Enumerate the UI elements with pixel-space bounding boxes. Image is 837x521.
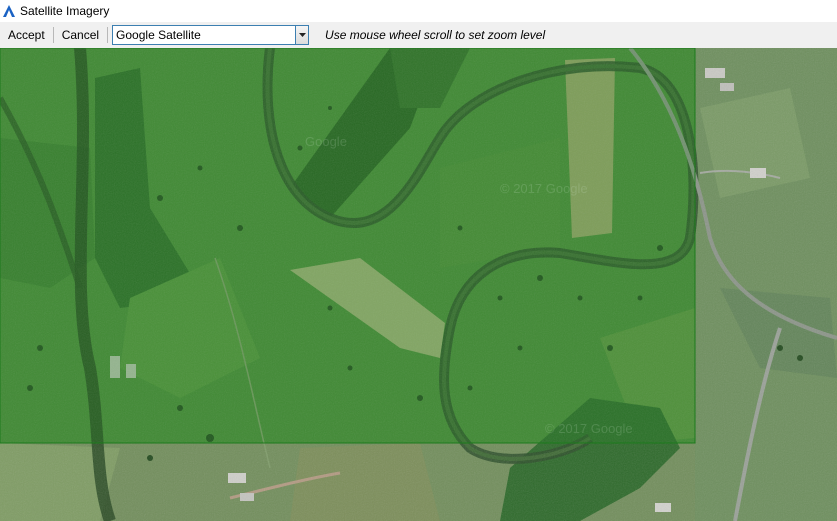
cancel-button[interactable]: Cancel [54,25,107,45]
toolbar: Accept Cancel Google Satellite Use mouse… [0,22,837,49]
app-logo-icon [2,4,16,18]
chevron-down-icon[interactable] [295,26,309,44]
title-bar: Satellite Imagery [0,0,837,22]
imagery-extent-overlay[interactable] [0,48,696,444]
provider-select[interactable]: Google Satellite [112,25,310,45]
satellite-image: Google © 2017 Google © 2017 Google [0,48,837,521]
zoom-hint: Use mouse wheel scroll to set zoom level [325,28,546,42]
toolbar-separator [107,27,109,43]
satellite-map[interactable]: Google © 2017 Google © 2017 Google [0,48,837,521]
accept-button[interactable]: Accept [0,25,53,45]
provider-select-value: Google Satellite [116,28,201,42]
window-title: Satellite Imagery [20,4,110,18]
